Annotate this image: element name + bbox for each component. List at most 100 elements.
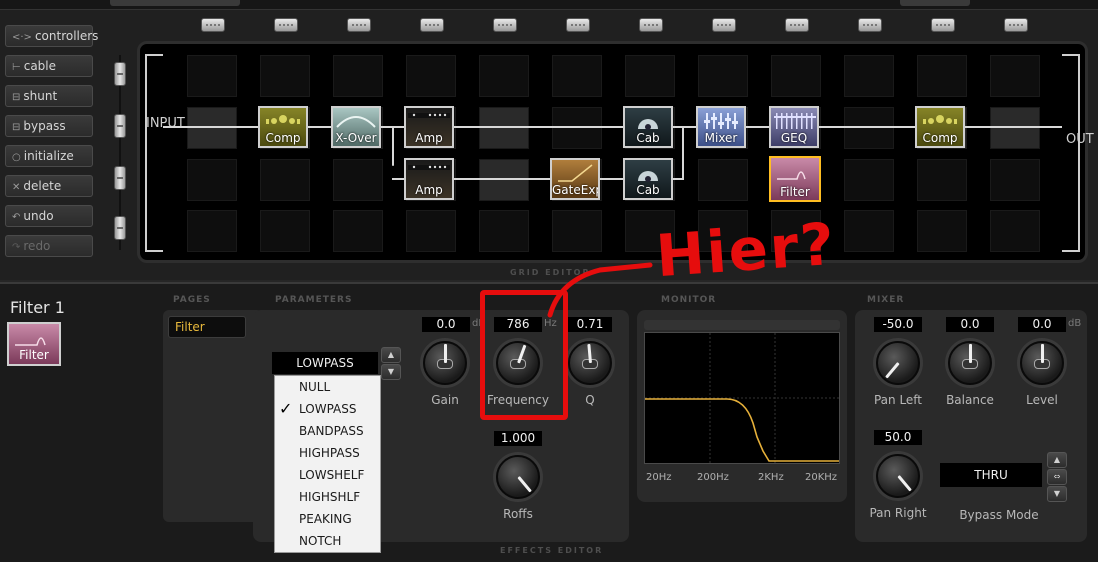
pan-left-value[interactable]: -50.0 [874,317,922,332]
block-amp-1[interactable]: Amp [404,106,454,148]
grid-cell[interactable] [406,55,456,97]
dropdown-option-lowshelf[interactable]: LOWSHELF [275,464,380,486]
grid-cell[interactable] [844,107,894,149]
q-knob[interactable] [568,341,612,385]
type-down-button[interactable]: ▼ [381,364,401,380]
gain-knob[interactable] [423,341,467,385]
controllers-button[interactable]: <·> controllers [5,25,98,47]
column-handle-12[interactable] [1004,18,1028,32]
level-knob[interactable] [1020,341,1064,385]
column-handle-2[interactable] [274,18,298,32]
grid-cell[interactable] [844,210,894,252]
column-handle-8[interactable] [712,18,736,32]
dropdown-option-lowpass[interactable]: ✓ LOWPASS [275,398,380,420]
roffs-knob[interactable] [496,455,540,499]
block-cab-1[interactable]: Cab [623,106,673,148]
row-handle-1[interactable] [114,62,126,86]
type-up-button[interactable]: ▲ [381,347,401,363]
delete-button[interactable]: ✕ delete [5,175,93,197]
block-comp-2[interactable]: Comp [915,106,965,148]
redo-button[interactable]: ↷ redo [5,235,93,257]
shunt-button[interactable]: ⊟ shunt [5,85,93,107]
grid-cell[interactable] [552,55,602,97]
column-handle-6[interactable] [566,18,590,32]
bypass-mode-list-button[interactable]: ⇔ [1047,469,1067,485]
block-gateexp[interactable]: GateExp [550,158,600,200]
dropdown-option-highpass[interactable]: HIGHPASS [275,442,380,464]
grid-cell[interactable] [333,210,383,252]
grid-cell[interactable] [990,210,1040,252]
dropdown-option-null[interactable]: NULL [275,376,380,398]
column-handle-4[interactable] [420,18,444,32]
column-handle-11[interactable] [931,18,955,32]
dropdown-option-peaking[interactable]: PEAKING [275,508,380,530]
column-handle-9[interactable] [785,18,809,32]
row-handle-4[interactable] [114,216,126,240]
grid-cell[interactable] [552,107,602,149]
grid-cell[interactable] [771,55,821,97]
roffs-value[interactable]: 1.000 [494,431,542,446]
grid-cell[interactable] [187,55,237,97]
initialize-button[interactable]: ○ initialize [5,145,93,167]
dropdown-option-bandpass[interactable]: BANDPASS [275,420,380,442]
grid-cell[interactable] [698,159,748,201]
grid-cell[interactable] [333,159,383,201]
q-label: Q [585,393,595,407]
block-cab-2[interactable]: Cab [623,158,673,200]
grid-cell[interactable] [187,210,237,252]
pan-right-value[interactable]: 50.0 [874,430,922,445]
grid-cell[interactable] [187,159,237,201]
page-tab-filter[interactable]: Filter [168,316,246,338]
grid-cell[interactable] [333,55,383,97]
grid-cell[interactable] [990,159,1040,201]
grid-cell[interactable] [698,55,748,97]
bypass-mode-down-button[interactable]: ▼ [1047,486,1067,502]
block-geq[interactable]: GEQ [769,106,819,148]
grid-cell[interactable] [625,55,675,97]
gain-value[interactable]: 0.0 [422,317,470,332]
grid-cell[interactable] [479,107,529,149]
balance-value[interactable]: 0.0 [946,317,994,332]
column-handle-5[interactable] [493,18,517,32]
grid-cell[interactable] [990,107,1040,149]
grid-cell[interactable] [260,159,310,201]
filter-type-select[interactable]: LOWPASS [272,352,378,374]
column-handle-7[interactable] [639,18,663,32]
grid-cell[interactable] [406,210,456,252]
grid-cell[interactable] [917,55,967,97]
grid-cell[interactable] [917,159,967,201]
grid-cell[interactable] [844,159,894,201]
block-mixer[interactable]: Mixer [696,106,746,148]
block-icon: Filter [7,322,61,366]
grid-cell[interactable] [479,210,529,252]
undo-button[interactable]: ↶ undo [5,205,93,227]
block-filter[interactable]: Filter [769,156,821,202]
cable-button[interactable]: ⊢ cable [5,55,93,77]
grid-cell[interactable] [260,55,310,97]
grid-cell[interactable] [479,159,529,201]
grid-cell[interactable] [187,107,237,149]
grid-cell[interactable] [844,55,894,97]
column-handle-1[interactable] [201,18,225,32]
block-xover[interactable]: X-Over [331,106,381,148]
level-value[interactable]: 0.0 [1018,317,1066,332]
dropdown-option-notch[interactable]: NOTCH [275,530,380,552]
bypass-mode-select[interactable]: THRU [940,463,1042,487]
grid-cell[interactable] [479,55,529,97]
balance-knob[interactable] [948,341,992,385]
column-handle-10[interactable] [858,18,882,32]
column-handle-3[interactable] [347,18,371,32]
row-handle-3[interactable] [114,166,126,190]
grid-cell[interactable] [552,210,602,252]
pan-right-knob[interactable] [876,454,920,498]
bypass-button[interactable]: ⊟ bypass [5,115,93,137]
dropdown-option-highshlf[interactable]: HIGHSHLF [275,486,380,508]
block-comp-1[interactable]: Comp [258,106,308,148]
block-amp-2[interactable]: Amp [404,158,454,200]
grid-cell[interactable] [917,210,967,252]
grid-cell[interactable] [260,210,310,252]
grid-cell[interactable] [990,55,1040,97]
row-handle-2[interactable] [114,114,126,138]
bypass-mode-up-button[interactable]: ▲ [1047,452,1067,468]
pan-left-knob[interactable] [876,341,920,385]
